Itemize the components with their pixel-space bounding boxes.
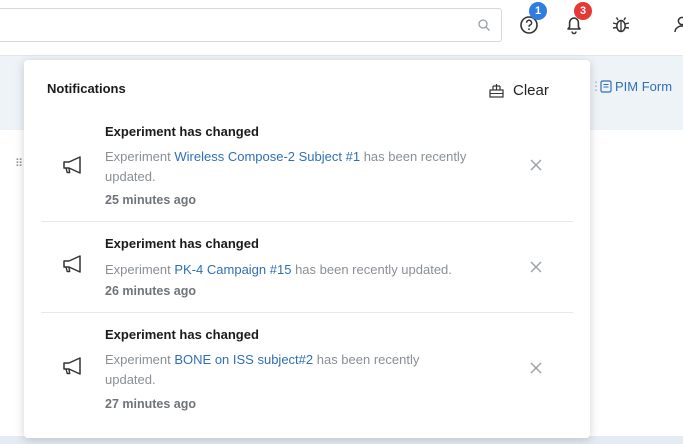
notification-message: Experiment PK-4 Campaign #15 has been re… — [105, 260, 485, 280]
megaphone-icon — [63, 357, 81, 375]
pim-form-link[interactable]: PIM Form — [600, 79, 672, 94]
close-icon[interactable] — [529, 158, 543, 172]
notification-time: 27 minutes ago — [105, 397, 196, 411]
message-prefix: Experiment — [105, 149, 175, 164]
pim-form-label: PIM Form — [615, 79, 673, 94]
experiment-link[interactable]: Wireless Compose-2 Subject #1 — [174, 149, 360, 164]
notification-time: 26 minutes ago — [105, 284, 196, 298]
user-icon — [674, 16, 683, 33]
help-button[interactable]: 1 — [518, 2, 547, 36]
bug-button[interactable] — [609, 12, 633, 36]
notification-item[interactable]: Experiment has changed Experiment Wirele… — [41, 116, 573, 221]
panel-title: Notifications — [47, 81, 126, 96]
notification-message: Experiment Wireless Compose-2 Subject #1… — [105, 147, 475, 187]
notification-item[interactable]: Experiment has changed Experiment PK-4 C… — [41, 222, 573, 312]
megaphone-icon — [63, 156, 81, 174]
notifications-panel: Notifications Clear Experiment has chang… — [24, 60, 590, 438]
notification-title: Experiment has changed — [105, 124, 259, 139]
experiment-link[interactable]: PK-4 Campaign #15 — [174, 262, 291, 277]
message-suffix: has been recently updated. — [291, 262, 452, 277]
notification-item[interactable]: Experiment has changed Experiment BONE o… — [41, 313, 573, 423]
help-badge: 1 — [529, 2, 547, 20]
clear-icon — [489, 83, 504, 98]
experiment-link[interactable]: BONE on ISS subject#2 — [174, 352, 313, 367]
notifications-button[interactable]: 3 — [562, 2, 592, 36]
notification-title: Experiment has changed — [105, 236, 259, 251]
megaphone-icon — [63, 255, 81, 273]
search-input[interactable] — [0, 8, 502, 42]
notification-message: Experiment BONE on ISS subject#2 has bee… — [105, 350, 445, 390]
search-icon[interactable] — [477, 18, 491, 32]
top-bar: 1 3 — [0, 0, 683, 56]
search-field[interactable] — [5, 9, 469, 41]
clear-button[interactable]: Clear — [489, 80, 549, 100]
form-icon — [600, 80, 612, 93]
message-prefix: Experiment — [105, 262, 175, 277]
drag-handle-icon[interactable]: ⠿ — [15, 157, 23, 170]
notifications-badge: 3 — [574, 2, 592, 20]
notification-title: Experiment has changed — [105, 327, 259, 342]
message-prefix: Experiment — [105, 352, 175, 367]
close-icon[interactable] — [529, 260, 543, 274]
bug-icon — [612, 17, 630, 33]
close-icon[interactable] — [529, 361, 543, 375]
clear-label: Clear — [513, 81, 549, 99]
notification-time: 25 minutes ago — [105, 193, 196, 207]
user-button[interactable] — [670, 12, 683, 36]
